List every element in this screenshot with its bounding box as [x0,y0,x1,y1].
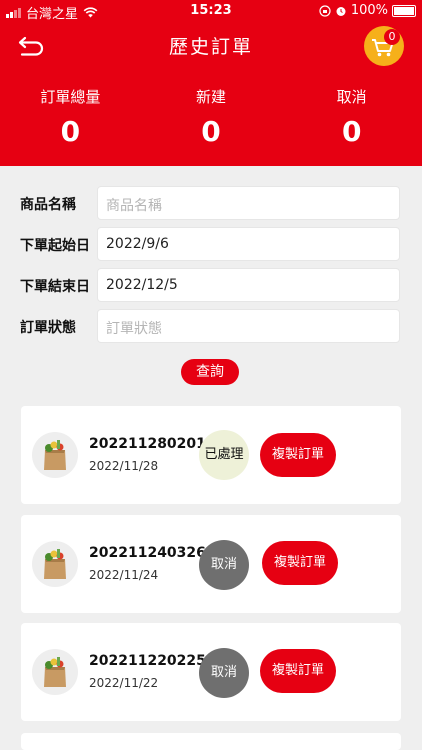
start-date-label: 下單起始日 [20,238,90,254]
stat-new: 新建 0 [141,82,282,152]
order-number: 202211280201 [89,436,206,452]
status-badge: 取消 [199,540,249,590]
header: 台灣之星 15:23 100% 歷史訂單 0 訂單總量 0 新建 0 取消 0 [0,0,422,166]
battery-icon [392,4,416,17]
order-stats: 訂單總量 0 新建 0 取消 0 [0,82,422,152]
cart-button[interactable]: 0 [364,26,404,66]
end-date-input[interactable]: 2022/12/5 [97,268,400,302]
order-card-partial [21,733,401,750]
end-date-row: 下單結束日 2022/12/5 [0,268,422,302]
product-name-input[interactable]: 商品名稱 [97,186,400,220]
stat-label: 新建 [196,88,227,106]
stat-label: 訂單總量 [40,88,101,106]
copy-order-button[interactable]: 複製訂單 [260,649,336,693]
top-bar: 歷史訂單 0 [0,22,422,68]
grocery-bag-icon [32,432,78,478]
stat-label: 取消 [336,88,367,106]
page-title: 歷史訂單 [168,36,253,58]
order-number: 202211240326 [89,545,206,561]
grocery-bag-icon [32,541,78,587]
start-date-row: 下單起始日 2022/9/6 [0,227,422,261]
cart-count-badge: 0 [384,29,400,45]
stat-cancelled: 取消 0 [281,82,422,152]
stat-value: 0 [201,115,221,148]
alarm-icon [336,6,346,16]
status-row: 訂單狀態 訂單狀態 [0,309,422,343]
order-date: 2022/11/24 [89,568,159,582]
order-number: 202211220225 [89,653,206,669]
grocery-bag-icon [32,649,78,695]
order-card: 202211220225 2022/11/22 取消 複製訂單 [21,623,401,721]
order-date: 2022/11/28 [89,459,159,473]
product-name-label: 商品名稱 [20,197,76,213]
stat-value: 0 [60,115,81,148]
search-button[interactable]: 查詢 [181,359,239,385]
status-bar: 台灣之星 15:23 100% [0,0,422,22]
copy-order-button[interactable]: 複製訂單 [262,541,338,585]
status-badge: 取消 [199,648,249,698]
battery-percent: 100% [350,3,388,18]
order-card: 202211240326 2022/11/24 取消 複製訂單 [21,515,401,613]
order-date: 2022/11/22 [89,676,159,690]
status-badge: 已處理 [199,430,249,480]
copy-order-button[interactable]: 複製訂單 [260,433,336,477]
status-label: 訂單狀態 [20,320,76,336]
stat-total: 訂單總量 0 [0,82,141,152]
start-date-input[interactable]: 2022/9/6 [97,227,400,261]
lock-rotation-icon [319,4,331,17]
product-name-row: 商品名稱 商品名稱 [0,186,422,220]
status-select[interactable]: 訂單狀態 [97,309,400,343]
stat-value: 0 [341,115,362,148]
order-card: 202211280201 2022/11/28 已處理 複製訂單 [21,406,401,504]
end-date-label: 下單結束日 [20,279,90,295]
